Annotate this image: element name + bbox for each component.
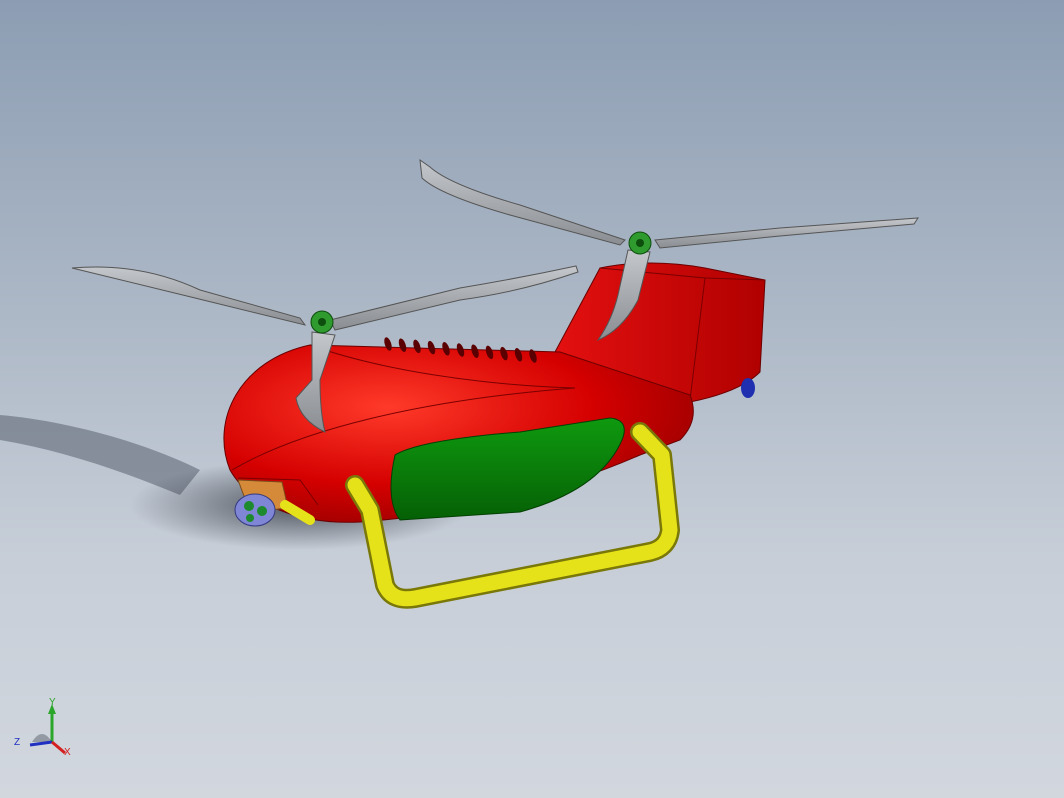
z-axis-label: Z xyxy=(14,737,21,748)
x-axis-label: X xyxy=(64,747,71,758)
tail-light xyxy=(741,378,755,398)
camera-lens xyxy=(234,493,276,527)
y-axis-label: Y xyxy=(49,697,56,708)
cad-graphics-viewport[interactable]: Y Z X xyxy=(0,0,1064,798)
view-orientation-triad[interactable]: Y Z X xyxy=(12,698,76,766)
helicopter-model-scene[interactable] xyxy=(0,0,1064,798)
z-axis-arrow xyxy=(29,740,53,747)
